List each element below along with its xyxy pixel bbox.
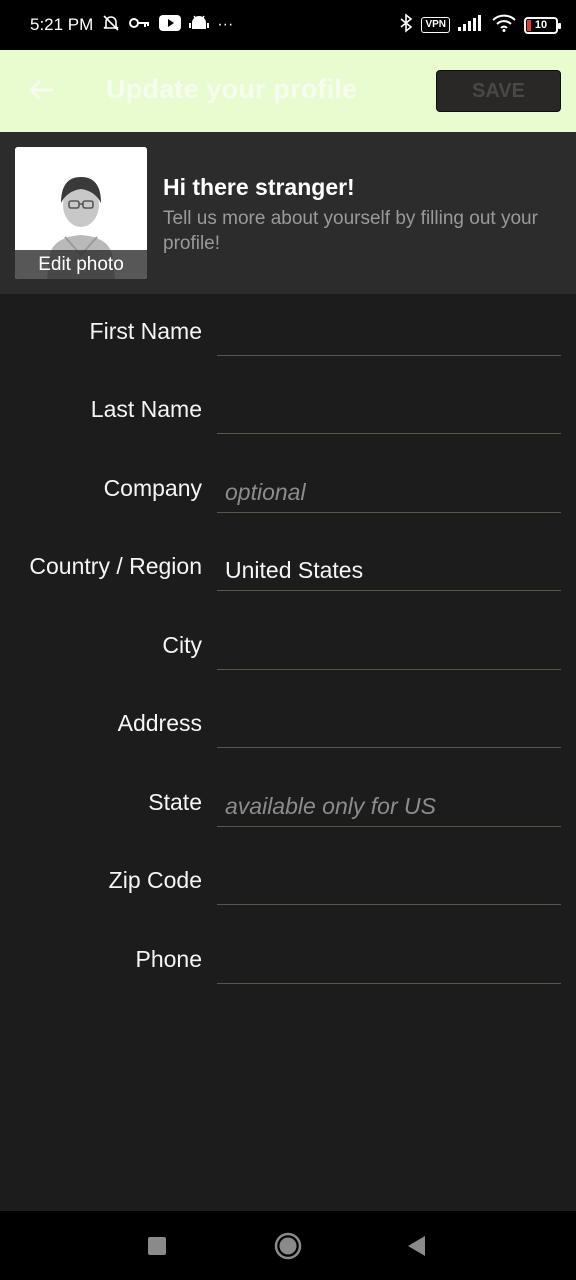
phone-label: Phone bbox=[135, 946, 202, 972]
form-row-city: City bbox=[0, 608, 576, 670]
avatar[interactable]: Edit photo bbox=[15, 147, 147, 279]
city-field[interactable] bbox=[217, 622, 561, 670]
key-icon bbox=[129, 16, 151, 34]
status-bar: 5:21 PM ··· VPN 10 bbox=[0, 0, 576, 50]
app-bar: Update your profile SAVE bbox=[0, 50, 576, 132]
greeting-title: Hi there stranger! bbox=[163, 174, 355, 200]
zip-code-field[interactable] bbox=[217, 857, 561, 905]
form-row-first-name: First Name bbox=[0, 294, 576, 356]
form-row-last-name: Last Name bbox=[0, 372, 576, 434]
arrow-left-icon bbox=[28, 79, 55, 106]
page-title: Update your profile bbox=[106, 74, 358, 104]
save-button[interactable]: SAVE bbox=[436, 70, 561, 112]
status-bar-right: VPN 10 bbox=[399, 12, 561, 38]
state-field[interactable] bbox=[217, 779, 561, 827]
first-name-label: First Name bbox=[89, 318, 202, 344]
country-region-label: Country / Region bbox=[29, 553, 202, 579]
battery-level: 10 bbox=[534, 19, 548, 31]
zip-code-label: Zip Code bbox=[108, 867, 202, 893]
address-field[interactable] bbox=[217, 700, 561, 748]
first-name-field[interactable] bbox=[217, 308, 561, 356]
recents-square-icon bbox=[148, 1237, 166, 1259]
edit-photo-button[interactable]: Edit photo bbox=[15, 250, 147, 279]
form-row-zip-code: Zip Code bbox=[0, 843, 576, 905]
home-circle-icon bbox=[274, 1232, 302, 1264]
battery-icon: 10 bbox=[524, 16, 561, 34]
mute-bell-icon bbox=[101, 13, 121, 37]
country-region-field[interactable] bbox=[217, 543, 561, 591]
home-button[interactable] bbox=[274, 1232, 302, 1265]
phone-field[interactable] bbox=[217, 936, 561, 984]
bluetooth-icon bbox=[399, 12, 413, 38]
status-bar-left: 5:21 PM ··· bbox=[30, 13, 233, 37]
company-label: Company bbox=[103, 475, 202, 501]
form-row-state: State bbox=[0, 765, 576, 827]
form-row-company: Company bbox=[0, 451, 576, 513]
back-triangle-icon bbox=[406, 1236, 426, 1261]
battery-fill bbox=[527, 19, 531, 31]
youtube-icon bbox=[159, 15, 182, 35]
form-row-address: Address bbox=[0, 686, 576, 748]
more-dots-icon: ··· bbox=[217, 16, 234, 33]
form-row-phone: Phone bbox=[0, 922, 576, 984]
wifi-icon bbox=[492, 14, 516, 37]
back-nav-button[interactable] bbox=[406, 1235, 426, 1262]
greeting-subtitle: Tell us more about yourself by filling o… bbox=[163, 208, 538, 254]
state-label: State bbox=[148, 789, 202, 815]
last-name-field[interactable] bbox=[217, 386, 561, 434]
company-field[interactable] bbox=[217, 465, 561, 513]
address-label: Address bbox=[117, 710, 202, 736]
last-name-label: Last Name bbox=[90, 396, 202, 422]
back-button[interactable] bbox=[22, 72, 62, 112]
signal-icon bbox=[458, 14, 484, 36]
android-icon bbox=[189, 14, 210, 36]
vpn-icon: VPN bbox=[421, 17, 450, 33]
recents-button[interactable] bbox=[148, 1237, 166, 1260]
form-row-country: Country / Region bbox=[0, 529, 576, 591]
city-label: City bbox=[162, 632, 202, 658]
profile-header: Edit photo Hi there stranger! Tell us mo… bbox=[0, 132, 576, 294]
clock-time: 5:21 PM bbox=[30, 15, 94, 34]
system-nav-bar bbox=[0, 1211, 576, 1280]
